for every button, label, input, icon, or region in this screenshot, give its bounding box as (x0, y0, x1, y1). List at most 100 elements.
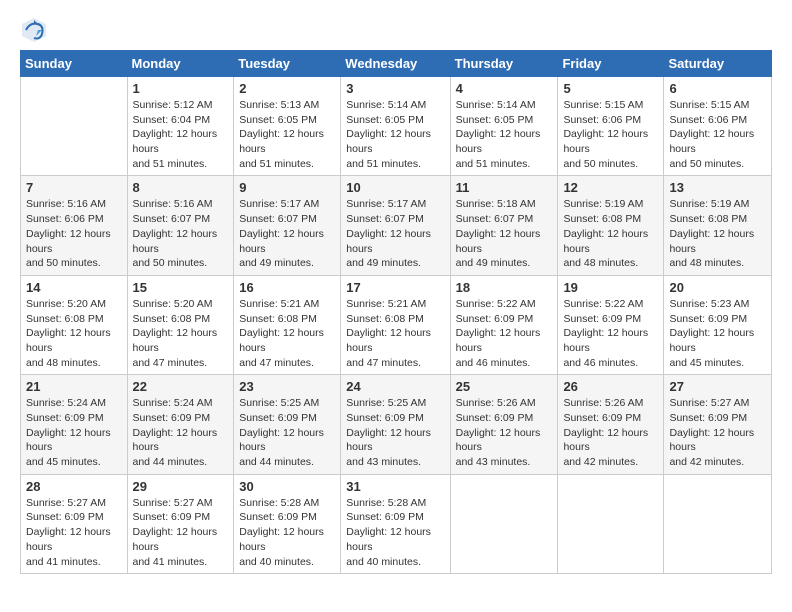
logo-icon (20, 16, 48, 44)
weekday-row: SundayMondayTuesdayWednesdayThursdayFrid… (21, 51, 772, 77)
day-number: 19 (563, 280, 658, 295)
calendar-cell: 11Sunrise: 5:18 AMSunset: 6:07 PMDayligh… (450, 176, 558, 275)
calendar-cell: 22 Sunrise: 5:24 AMSunset: 6:09 PMDayligh… (127, 375, 234, 474)
day-detail: Sunrise: 5:19 AMSunset: 6:08 PMDaylight:… (669, 197, 766, 270)
day-number: 26 (563, 379, 658, 394)
day-detail: Sunrise: 5:22 AMSunset: 6:09 PMDaylight:… (456, 297, 553, 370)
weekday-header-tuesday: Tuesday (234, 51, 341, 77)
day-number: 24 (346, 379, 444, 394)
day-number: 21 (26, 379, 122, 394)
day-number: 23 (239, 379, 335, 394)
calendar-cell: 4Sunrise: 5:14 AMSunset: 6:05 PMDaylight… (450, 77, 558, 176)
day-number: 3 (346, 81, 444, 96)
weekday-header-sunday: Sunday (21, 51, 128, 77)
day-number: 2 (239, 81, 335, 96)
day-detail: Sunrise: 5:16 AMSunset: 6:07 PMDaylight:… (133, 197, 229, 270)
day-detail: Sunrise: 5:19 AMSunset: 6:08 PMDaylight:… (563, 197, 658, 270)
day-number: 9 (239, 180, 335, 195)
day-number: 29 (133, 479, 229, 494)
week-row-1: 7 Sunrise: 5:16 AMSunset: 6:06 PMDaylight… (21, 176, 772, 275)
day-number: 6 (669, 81, 766, 96)
day-detail: Sunrise: 5:21 AMSunset: 6:08 PMDaylight:… (346, 297, 444, 370)
day-number: 18 (456, 280, 553, 295)
day-number: 15 (133, 280, 229, 295)
calendar-cell: 14 Sunrise: 5:20 AMSunset: 6:08 PMDayligh… (21, 275, 128, 374)
day-number: 14 (26, 280, 122, 295)
weekday-header-wednesday: Wednesday (341, 51, 450, 77)
day-number: 8 (133, 180, 229, 195)
weekday-header-saturday: Saturday (664, 51, 772, 77)
calendar-cell: 18 Sunrise: 5:22 AMSunset: 6:09 PMDayligh… (450, 275, 558, 374)
day-detail: Sunrise: 5:17 AMSunset: 6:07 PMDaylight:… (346, 197, 444, 270)
day-detail: Sunrise: 5:20 AMSunset: 6:08 PMDaylight:… (133, 297, 229, 370)
day-number: 22 (133, 379, 229, 394)
weekday-header-thursday: Thursday (450, 51, 558, 77)
calendar-body: 1Sunrise: 5:12 AMSunset: 6:04 PMDaylight… (21, 77, 772, 574)
week-row-0: 1Sunrise: 5:12 AMSunset: 6:04 PMDaylight… (21, 77, 772, 176)
day-number: 13 (669, 180, 766, 195)
calendar-cell: 21 Sunrise: 5:24 AMSunset: 6:09 PMDayligh… (21, 375, 128, 474)
week-row-3: 21 Sunrise: 5:24 AMSunset: 6:09 PMDayligh… (21, 375, 772, 474)
calendar-cell: 19 Sunrise: 5:22 AMSunset: 6:09 PMDayligh… (558, 275, 664, 374)
week-row-4: 28 Sunrise: 5:27 AMSunset: 6:09 PMDayligh… (21, 474, 772, 573)
logo (20, 16, 52, 44)
day-detail: Sunrise: 5:28 AMSunset: 6:09 PMDaylight:… (346, 496, 444, 569)
day-number: 30 (239, 479, 335, 494)
day-number: 4 (456, 81, 553, 96)
day-detail: Sunrise: 5:25 AMSunset: 6:09 PMDaylight:… (346, 396, 444, 469)
calendar-cell: 9 Sunrise: 5:17 AMSunset: 6:07 PMDaylight… (234, 176, 341, 275)
day-detail: Sunrise: 5:22 AMSunset: 6:09 PMDaylight:… (563, 297, 658, 370)
day-detail: Sunrise: 5:26 AMSunset: 6:09 PMDaylight:… (563, 396, 658, 469)
day-detail: Sunrise: 5:27 AMSunset: 6:09 PMDaylight:… (26, 496, 122, 569)
calendar-cell (21, 77, 128, 176)
calendar-cell: 16 Sunrise: 5:21 AMSunset: 6:08 PMDayligh… (234, 275, 341, 374)
calendar-cell: 12 Sunrise: 5:19 AMSunset: 6:08 PMDayligh… (558, 176, 664, 275)
calendar-cell: 7 Sunrise: 5:16 AMSunset: 6:06 PMDaylight… (21, 176, 128, 275)
calendar-cell: 20Sunrise: 5:23 AMSunset: 6:09 PMDayligh… (664, 275, 772, 374)
calendar-cell: 26 Sunrise: 5:26 AMSunset: 6:09 PMDayligh… (558, 375, 664, 474)
day-detail: Sunrise: 5:21 AMSunset: 6:08 PMDaylight:… (239, 297, 335, 370)
day-detail: Sunrise: 5:15 AMSunset: 6:06 PMDaylight:… (669, 98, 766, 171)
calendar-cell: 3 Sunrise: 5:14 AMSunset: 6:05 PMDaylight… (341, 77, 450, 176)
day-number: 25 (456, 379, 553, 394)
weekday-header-friday: Friday (558, 51, 664, 77)
day-number: 31 (346, 479, 444, 494)
day-number: 16 (239, 280, 335, 295)
day-detail: Sunrise: 5:25 AMSunset: 6:09 PMDaylight:… (239, 396, 335, 469)
day-detail: Sunrise: 5:16 AMSunset: 6:06 PMDaylight:… (26, 197, 122, 270)
weekday-header-monday: Monday (127, 51, 234, 77)
calendar-cell: 10Sunrise: 5:17 AMSunset: 6:07 PMDayligh… (341, 176, 450, 275)
calendar-cell: 31 Sunrise: 5:28 AMSunset: 6:09 PMDayligh… (341, 474, 450, 573)
calendar-cell: 5 Sunrise: 5:15 AMSunset: 6:06 PMDaylight… (558, 77, 664, 176)
day-detail: Sunrise: 5:13 AMSunset: 6:05 PMDaylight:… (239, 98, 335, 171)
week-row-2: 14 Sunrise: 5:20 AMSunset: 6:08 PMDayligh… (21, 275, 772, 374)
day-number: 5 (563, 81, 658, 96)
day-number: 28 (26, 479, 122, 494)
day-number: 1 (133, 81, 229, 96)
day-detail: Sunrise: 5:18 AMSunset: 6:07 PMDaylight:… (456, 197, 553, 270)
day-number: 27 (669, 379, 766, 394)
day-number: 20 (669, 280, 766, 295)
day-detail: Sunrise: 5:14 AMSunset: 6:05 PMDaylight:… (346, 98, 444, 171)
day-detail: Sunrise: 5:26 AMSunset: 6:09 PMDaylight:… (456, 396, 553, 469)
calendar-cell (450, 474, 558, 573)
page: SundayMondayTuesdayWednesdayThursdayFrid… (0, 0, 792, 584)
calendar-cell: 1Sunrise: 5:12 AMSunset: 6:04 PMDaylight… (127, 77, 234, 176)
header (20, 16, 772, 44)
day-number: 7 (26, 180, 122, 195)
day-number: 17 (346, 280, 444, 295)
day-detail: Sunrise: 5:24 AMSunset: 6:09 PMDaylight:… (26, 396, 122, 469)
calendar-cell: 6 Sunrise: 5:15 AMSunset: 6:06 PMDaylight… (664, 77, 772, 176)
calendar-cell: 17 Sunrise: 5:21 AMSunset: 6:08 PMDayligh… (341, 275, 450, 374)
day-detail: Sunrise: 5:24 AMSunset: 6:09 PMDaylight:… (133, 396, 229, 469)
calendar-cell (664, 474, 772, 573)
day-detail: Sunrise: 5:17 AMSunset: 6:07 PMDaylight:… (239, 197, 335, 270)
calendar-cell (558, 474, 664, 573)
calendar-table: SundayMondayTuesdayWednesdayThursdayFrid… (20, 50, 772, 574)
day-number: 12 (563, 180, 658, 195)
calendar-cell: 28 Sunrise: 5:27 AMSunset: 6:09 PMDayligh… (21, 474, 128, 573)
calendar-cell: 30Sunrise: 5:28 AMSunset: 6:09 PMDayligh… (234, 474, 341, 573)
day-detail: Sunrise: 5:20 AMSunset: 6:08 PMDaylight:… (26, 297, 122, 370)
day-detail: Sunrise: 5:15 AMSunset: 6:06 PMDaylight:… (563, 98, 658, 171)
calendar-cell: 29Sunrise: 5:27 AMSunset: 6:09 PMDayligh… (127, 474, 234, 573)
